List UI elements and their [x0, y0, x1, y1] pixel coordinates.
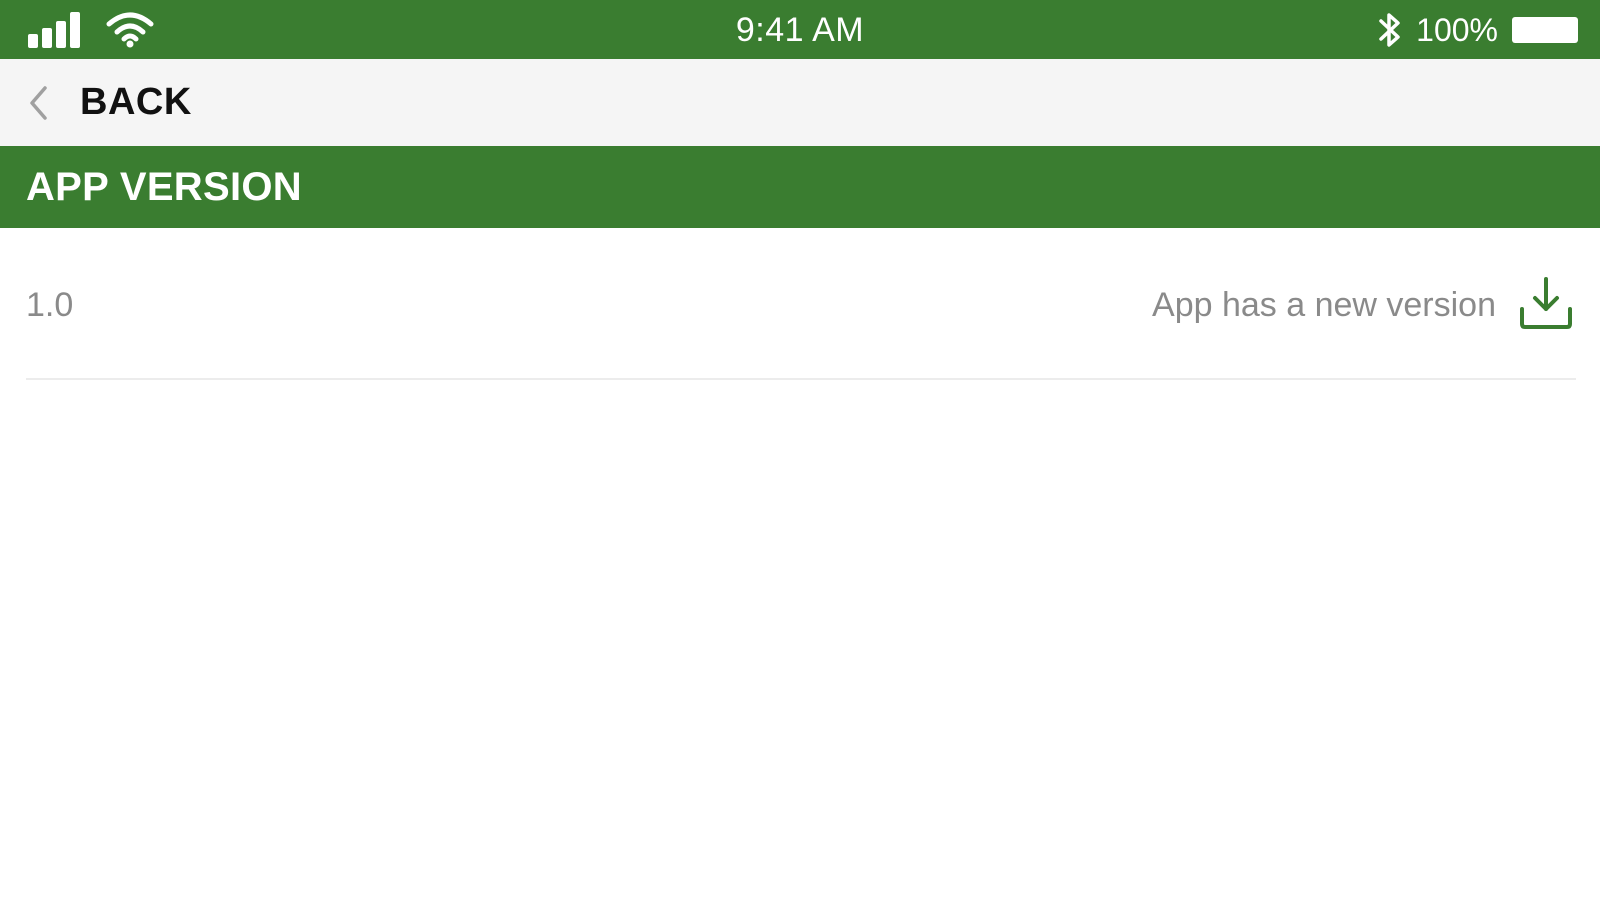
status-right-group: 100% — [1378, 8, 1578, 52]
version-row: 1.0 App has a new version — [26, 228, 1576, 380]
nav-bar: BACK — [0, 59, 1600, 146]
current-version: 1.0 — [26, 285, 74, 324]
status-time: 9:41 AM — [735, 11, 865, 49]
section-header: APP VERSION — [0, 146, 1600, 228]
back-label: BACK — [80, 81, 192, 123]
bluetooth-icon — [1379, 13, 1400, 47]
battery-icon — [1512, 17, 1578, 43]
update-app-button[interactable]: App has a new version — [1152, 275, 1574, 331]
status-bar: 9:41 AM 100% — [0, 0, 1600, 59]
back-button[interactable]: BACK — [0, 59, 212, 146]
download-icon[interactable] — [1518, 275, 1574, 331]
battery-percentage: 100% — [1416, 12, 1498, 48]
update-message: App has a new version — [1152, 285, 1496, 324]
app-version-screen: 9:41 AM 100% BACK APP VERSION 1.0 App ha… — [0, 0, 1600, 900]
chevron-left-icon — [30, 85, 47, 120]
section-title: APP VERSION — [26, 164, 302, 209]
